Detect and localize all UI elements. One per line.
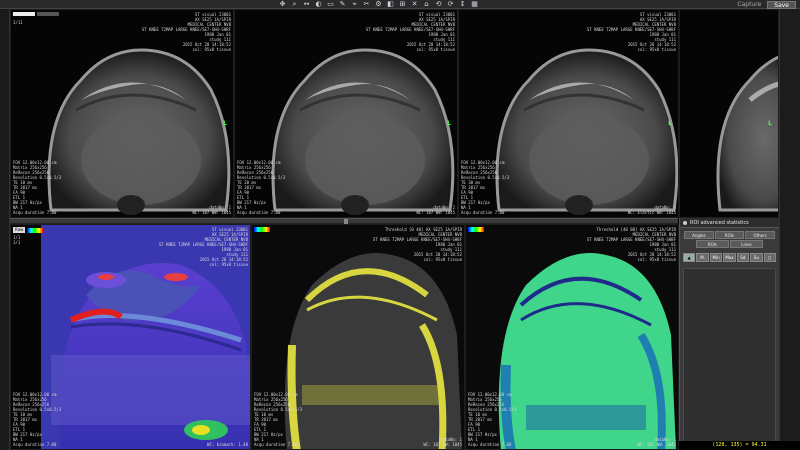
orientation-marker: L bbox=[447, 120, 451, 127]
overlay-top-right: ST visual 23001 AX SE25 1A/SPIR MEDICAL … bbox=[365, 12, 455, 52]
tab-others[interactable]: Others bbox=[745, 231, 775, 239]
right-sidebar bbox=[779, 9, 800, 450]
stat-button-max[interactable]: Max bbox=[723, 253, 736, 262]
window-width-slider[interactable] bbox=[37, 12, 59, 16]
panel-collapse-icon[interactable] bbox=[683, 221, 687, 225]
tab-rois-2[interactable]: ROIs bbox=[696, 240, 729, 248]
zoom-icon[interactable]: ⌕ bbox=[290, 0, 299, 8]
colormap-selector[interactable] bbox=[254, 227, 270, 232]
stat-button-min[interactable]: Min bbox=[709, 253, 723, 262]
stat-button-box[interactable]: ◻ bbox=[763, 253, 776, 262]
overlay-bottom-left: FOV 12.00x12.00 cm Matrix 256x256 ReReco… bbox=[254, 392, 303, 447]
viewport-threshold-low[interactable]: Threshold [0 40] AX SE25 1A/SPIR MEDICAL… bbox=[251, 224, 465, 450]
viewport-echo-3[interactable]: ST visual 23001 AX SE25 1A/SPIR MEDICAL … bbox=[458, 9, 679, 218]
overlay-top-right: ST visual 23001 AX SE25 1A/SPIR MEDICAL … bbox=[158, 227, 248, 267]
toolbar-tools: ✥ ⌕ ↔ ◐ ▭ ✎ ⌖ ✂ ⚙ ◧ ⊞ ✕ ⌂ ⟲ ⟳ ↕ ▦ bbox=[278, 0, 479, 9]
viewport-header: Raw bbox=[13, 227, 44, 233]
overlay-bottom-left: FOV 12.00x12.00 cm Matrix 256x256 ReReco… bbox=[461, 160, 510, 215]
pan-icon[interactable]: ✥ bbox=[278, 0, 287, 8]
stat-button-sd[interactable]: Sd bbox=[736, 253, 750, 262]
capture-button[interactable]: Capture bbox=[737, 1, 761, 8]
save-button[interactable]: Save bbox=[767, 0, 796, 9]
cut-icon[interactable]: ✂ bbox=[362, 0, 371, 8]
overlay-top-left: 1/1 1/1 bbox=[13, 235, 21, 245]
viewport-echo-2[interactable]: ST visual 23001 AX SE25 1A/SPIR MEDICAL … bbox=[234, 9, 458, 218]
viewport-threshold-high[interactable]: Threshold [40 80] AX SE25 1A/SPIR MEDICA… bbox=[465, 224, 679, 450]
statistics-table-area bbox=[683, 268, 776, 442]
stat-buttons: ▲ M. Min Max Sd Su ◻ bbox=[680, 248, 779, 262]
window-level-slider[interactable] bbox=[13, 12, 35, 16]
toolbar-right: Capture Save bbox=[737, 0, 796, 9]
colormap-selector[interactable] bbox=[27, 227, 44, 233]
stat-button-up[interactable]: ▲ bbox=[683, 253, 696, 262]
overlay-top-right: Threshold [40 80] AX SE25 1A/SPIR MEDICA… bbox=[586, 227, 676, 262]
stat-button-sum[interactable]: Su bbox=[750, 253, 763, 262]
layout-icon[interactable]: ◧ bbox=[386, 0, 395, 8]
panel-title-bar: ROI advanced statistics bbox=[680, 218, 779, 228]
tab-rois[interactable]: ROIs bbox=[714, 231, 745, 239]
viewport-header bbox=[254, 227, 270, 232]
raw-button[interactable]: Raw bbox=[13, 227, 26, 233]
close-icon[interactable]: ✕ bbox=[410, 0, 419, 8]
overlay-bottom-right: dataNo: 1 WC: 107 WW: 1045 bbox=[192, 205, 231, 215]
colormap-selector[interactable] bbox=[468, 227, 484, 232]
undo-icon[interactable]: ⟲ bbox=[434, 0, 443, 8]
viewport-header bbox=[468, 227, 484, 232]
overlay-top-right: Threshold [0 40] AX SE25 1A/SPIR MEDICAL… bbox=[372, 227, 462, 262]
panel-title: ROI advanced statistics bbox=[690, 220, 749, 226]
overlay-bottom-left: FOV 12.00x12.00 cm Matrix 256x256 ReReco… bbox=[13, 160, 62, 215]
overlay-bottom-right: dataNo: 1 WC: 107 WW: 1045 bbox=[423, 437, 462, 447]
contrast-icon[interactable]: ◐ bbox=[314, 0, 323, 8]
overlay-bottom-right: dataNo: 3 WC: Elastic WW: 1045 bbox=[627, 205, 676, 215]
orientation-marker: L bbox=[768, 120, 772, 127]
orientation-marker: L bbox=[223, 120, 227, 127]
roi-rect-icon[interactable]: ▭ bbox=[326, 0, 335, 8]
tab-lines[interactable]: Lines bbox=[730, 240, 763, 248]
viewport-echo-1[interactable]: 1/11 ST visual 23001 AX SE25 1A/SPIR MED… bbox=[10, 9, 234, 218]
viewport-header bbox=[13, 12, 59, 16]
tab-angles[interactable]: Angles bbox=[684, 231, 714, 239]
annotate-icon[interactable]: ✎ bbox=[338, 0, 347, 8]
overlay-bottom-right: dataNo: 2 WC: 107 WW: 1045 bbox=[416, 205, 455, 215]
grid-icon[interactable]: ⊞ bbox=[398, 0, 407, 8]
overlay-top-left: 1/11 bbox=[13, 20, 23, 25]
overlay-bottom-left: FOV 12.00x12.00 cm Matrix 256x256 ReReco… bbox=[13, 392, 62, 447]
overlay-top-right: ST visual 23001 AX SE25 1A/SPIR MEDICAL … bbox=[141, 12, 231, 52]
overlay-bottom-right: dataNo: 1 WC: 107 WW: 1045 bbox=[637, 437, 676, 447]
crosshair-icon[interactable]: ⌖ bbox=[350, 0, 359, 8]
measure-icon[interactable]: ↔ bbox=[302, 0, 311, 8]
cursor-value-readout: (128, 135) = 94.31 bbox=[679, 441, 800, 450]
overlay-top-right: ST visual 23001 AX SE25 1A/SPIR MEDICAL … bbox=[586, 12, 676, 52]
overlay-bottom-left: FOV 12.00x12.00 cm Matrix 256x256 ReReco… bbox=[237, 160, 286, 215]
redo-icon[interactable]: ⟳ bbox=[446, 0, 455, 8]
roi-statistics-panel: ROI advanced statistics Angles ROIs Othe… bbox=[679, 218, 779, 450]
panel-tabs-row2: ROIs Lines bbox=[680, 239, 779, 248]
overlay-bottom-left: FOV 12.00x12.00 cm Matrix 256x256 ReReco… bbox=[468, 392, 517, 447]
home-icon[interactable]: ⌂ bbox=[422, 0, 431, 8]
mri-image bbox=[716, 55, 778, 212]
panel-tabs-row1: Angles ROIs Others bbox=[680, 228, 779, 239]
overlay-bottom-right: WC: biomark: 1.40 bbox=[207, 442, 248, 447]
orientation-marker: L bbox=[668, 120, 672, 127]
left-sidebar bbox=[0, 9, 10, 450]
viewport-t2-map[interactable]: Raw 1/1 1/1 ST visual 23001 AX SE25 1A/S… bbox=[10, 224, 251, 450]
stat-button-mean[interactable]: M. bbox=[696, 253, 709, 262]
viewport-echo-4-partial[interactable]: L bbox=[679, 9, 779, 218]
main-toolbar: ✥ ⌕ ↔ ◐ ▭ ✎ ⌖ ✂ ⚙ ◧ ⊞ ✕ ⌂ ⟲ ⟳ ↕ ▦ Capture Save bbox=[0, 0, 800, 9]
settings-icon[interactable]: ⚙ bbox=[374, 0, 383, 8]
tiles-icon[interactable]: ▦ bbox=[470, 0, 479, 8]
flip-icon[interactable]: ↕ bbox=[458, 0, 467, 8]
